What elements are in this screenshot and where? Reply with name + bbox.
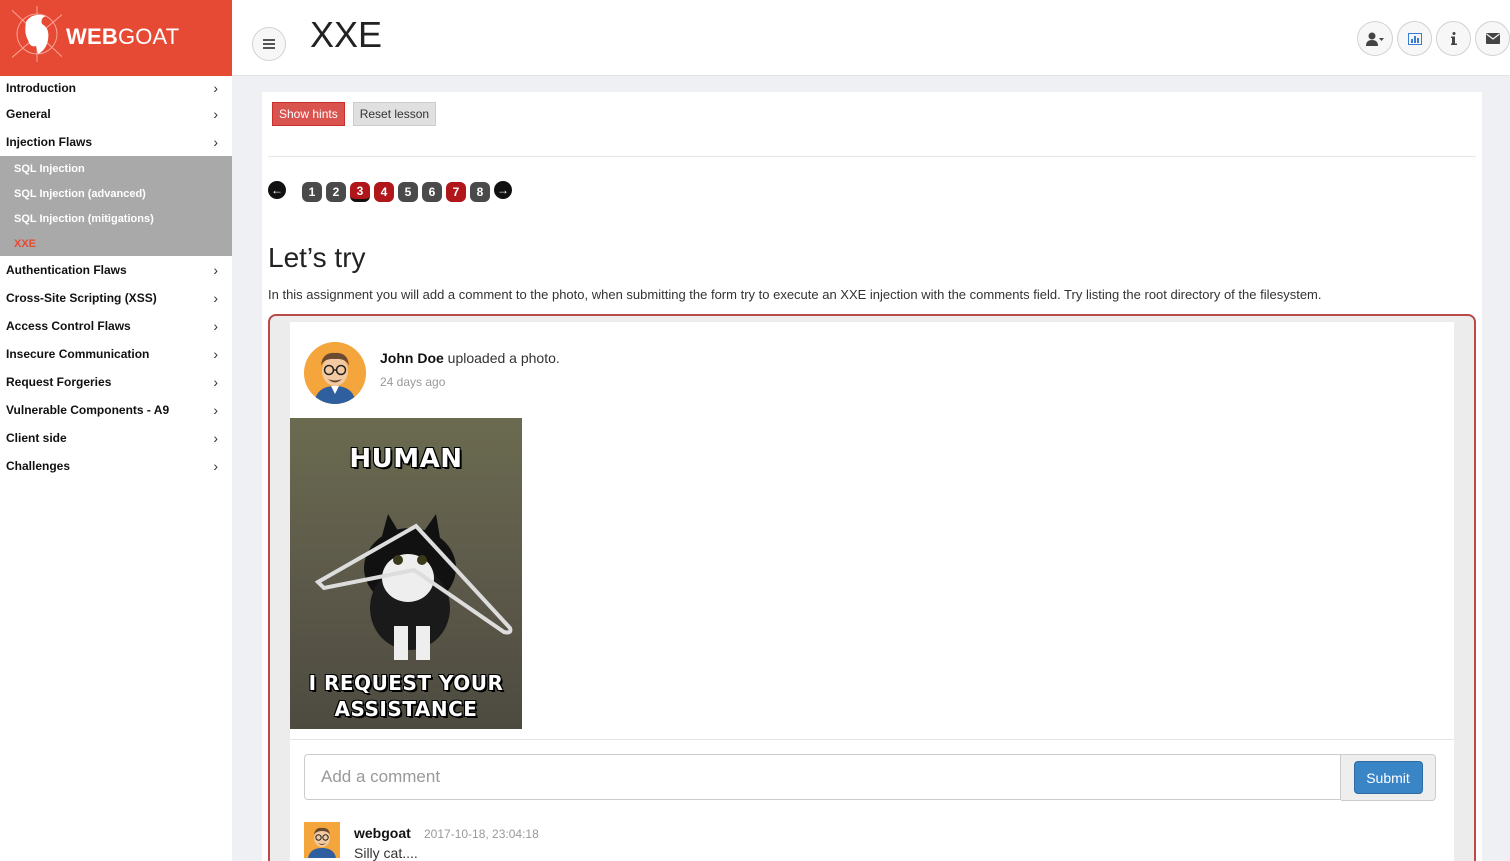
page-link-3[interactable]: 3: [350, 182, 370, 202]
user-menu-button[interactable]: [1357, 21, 1393, 56]
comment-text: Silly cat....: [354, 845, 418, 861]
chart-icon: [1407, 32, 1422, 45]
chevron-right-icon: ›: [213, 134, 218, 150]
page-link-4[interactable]: 4: [374, 182, 394, 202]
prev-page-button[interactable]: ←: [268, 181, 286, 199]
sidebar-item-general[interactable]: General ›: [0, 100, 232, 128]
sidebar-item-authentication-flaws[interactable]: Authentication Flaws ›: [0, 256, 232, 284]
sidebar-subitem-sql-injection-advanced[interactable]: SQL Injection (advanced): [0, 181, 232, 206]
sidebar-item-insecure-communication[interactable]: Insecure Communication ›: [0, 340, 232, 368]
arrow-right-icon: →: [497, 183, 509, 197]
page-link-6[interactable]: 6: [422, 182, 442, 202]
avatar: [304, 342, 366, 404]
bars-icon: [263, 39, 275, 49]
envelope-icon: [1485, 33, 1500, 44]
chevron-right-icon: ›: [213, 80, 218, 96]
top-bar: XXE: [232, 0, 1510, 76]
sidebar-item-challenges[interactable]: Challenges ›: [0, 452, 232, 480]
page-link-2[interactable]: 2: [326, 182, 346, 202]
sidebar-item-access-control-flaws[interactable]: Access Control Flaws ›: [0, 312, 232, 340]
chevron-right-icon: ›: [213, 106, 218, 122]
sidebar-subitem-xxe[interactable]: XXE: [0, 231, 232, 256]
sidebar-item-request-forgeries[interactable]: Request Forgeries ›: [0, 368, 232, 396]
arrow-left-icon: ←: [271, 183, 283, 197]
user-icon: [1366, 32, 1384, 46]
submit-button[interactable]: Submit: [1353, 761, 1423, 794]
chevron-right-icon: ›: [213, 430, 218, 446]
reset-lesson-button[interactable]: Reset lesson: [352, 102, 437, 126]
divider: [268, 156, 1476, 157]
photo-post: John Doe uploaded a photo. 24 days ago H…: [290, 322, 1454, 861]
photo-caption-bottom: I REQUEST YOUR ASSISTANCE: [308, 671, 504, 721]
show-hints-button[interactable]: Show hints: [272, 102, 345, 126]
chevron-right-icon: ›: [213, 290, 218, 306]
post-header: John Doe uploaded a photo.: [380, 350, 560, 366]
comment-timestamp: 2017-10-18, 23:04:18: [424, 827, 539, 841]
sidebar-subitem-sql-injection[interactable]: SQL Injection: [0, 156, 232, 181]
info-icon: [1450, 32, 1457, 45]
chevron-right-icon: ›: [213, 374, 218, 390]
sidebar-item-xss[interactable]: Cross-Site Scripting (XSS) ›: [0, 284, 232, 312]
header-icons: [1357, 21, 1510, 56]
comment-author: webgoat: [354, 825, 411, 841]
page-link-1[interactable]: 1: [302, 182, 322, 202]
divider: [290, 739, 1454, 740]
post-action: uploaded a photo.: [443, 350, 560, 366]
lesson-heading: Let’s try: [268, 242, 366, 273]
assignment-box: John Doe uploaded a photo. 24 days ago H…: [268, 314, 1476, 861]
brand-name: WEBGOAT: [66, 24, 180, 49]
comment-input[interactable]: Add a comment: [304, 754, 1341, 800]
chevron-right-icon: ›: [213, 346, 218, 362]
goat-logo-icon: [12, 6, 62, 62]
chevron-right-icon: ›: [213, 458, 218, 474]
lesson-description: In this assignment you will add a commen…: [268, 287, 1322, 302]
man-avatar-icon: [304, 342, 366, 404]
page-link-7[interactable]: 7: [446, 182, 466, 202]
menu-toggle-button[interactable]: [252, 27, 286, 61]
injection-flaws-submenu: SQL Injection SQL Injection (advanced) S…: [0, 156, 232, 256]
man-avatar-icon: [304, 822, 340, 858]
about-button[interactable]: [1436, 21, 1471, 56]
lesson-buttons: Show hints Reset lesson: [272, 102, 437, 126]
cat-photo: HUMAN I REQUEST YOUR ASSISTANCE: [290, 418, 522, 729]
sidebar-item-client-side[interactable]: Client side ›: [0, 424, 232, 452]
chevron-right-icon: ›: [213, 318, 218, 334]
avatar: [304, 822, 340, 858]
lesson-pager: ← 1 2 3 4 5 6 7 8 →: [268, 178, 512, 202]
chevron-right-icon: ›: [213, 262, 218, 278]
page-link-5[interactable]: 5: [398, 182, 418, 202]
photo-caption-top: HUMAN: [349, 444, 463, 474]
chevron-right-icon: ›: [213, 402, 218, 418]
page-link-8[interactable]: 8: [470, 182, 490, 202]
sidebar: WEBGOAT Introduction › General › Injection…: [0, 0, 232, 861]
comment-form: Add a comment Submit: [304, 754, 1436, 801]
sidebar-item-injection-flaws[interactable]: Injection Flaws ›: [0, 128, 232, 156]
post-timestamp: 24 days ago: [380, 375, 446, 389]
lesson-menu: Introduction › General › Injection Flaws › …: [0, 76, 232, 480]
lesson-panel: Show hints Reset lesson ← 1 2 3 4 5 6 7 …: [262, 92, 1482, 861]
sidebar-item-vulnerable-components[interactable]: Vulnerable Components - A9 ›: [0, 396, 232, 424]
webgoat-logo[interactable]: WEBGOAT: [0, 0, 232, 76]
post-author[interactable]: John Doe: [380, 350, 444, 366]
submit-addon: Submit: [1341, 754, 1436, 801]
page-title: XXE: [310, 14, 383, 55]
contact-button[interactable]: [1475, 21, 1510, 56]
next-page-button[interactable]: →: [494, 181, 512, 199]
page-numbers: 1 2 3 4 5 6 7 8: [302, 178, 490, 202]
report-card-button[interactable]: [1397, 21, 1432, 56]
sidebar-item-introduction[interactable]: Introduction ›: [0, 76, 232, 100]
sidebar-subitem-sql-injection-mitigations[interactable]: SQL Injection (mitigations): [0, 206, 232, 231]
